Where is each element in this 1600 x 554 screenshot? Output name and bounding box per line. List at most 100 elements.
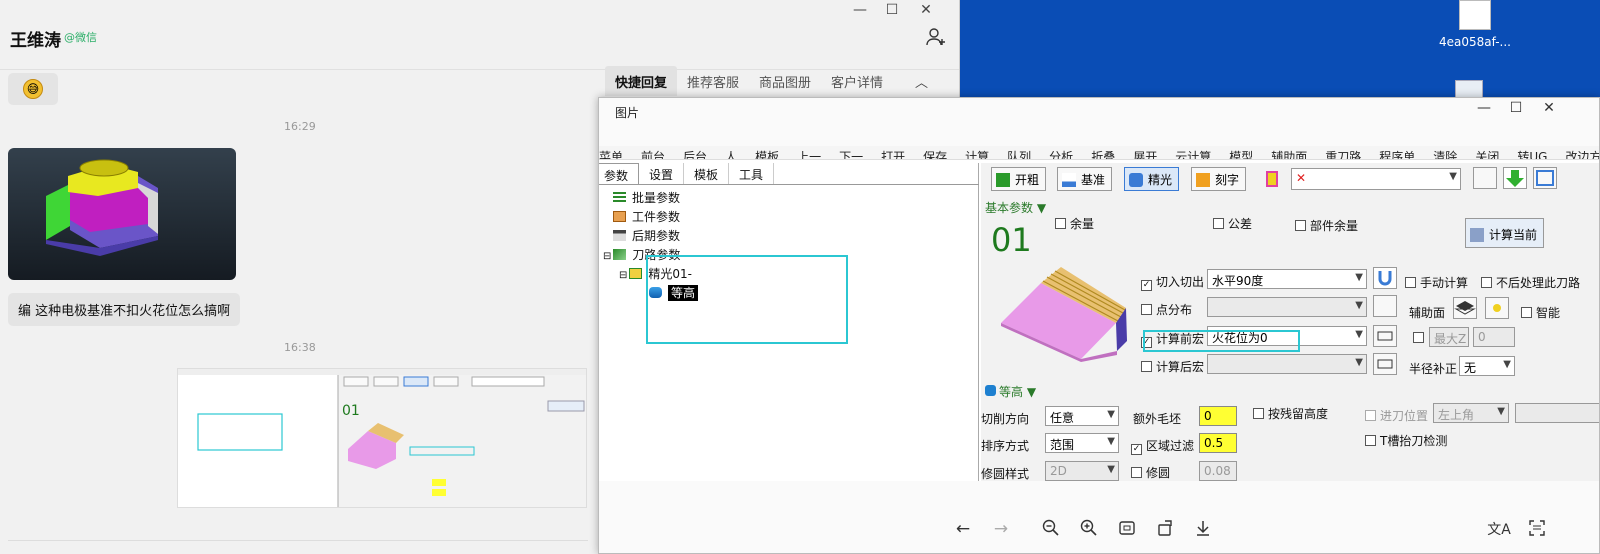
cut-in-out-checkbox[interactable]: ✓ 切入切出 <box>1141 273 1204 291</box>
rough-button[interactable]: 开粗 <box>991 167 1047 191</box>
zoom-in-icon[interactable] <box>1077 519 1101 542</box>
fillet-input[interactable]: 0.08 <box>1199 461 1237 481</box>
download-arrow-button[interactable] <box>1503 167 1527 189</box>
magnet-button[interactable] <box>1373 267 1397 289</box>
smart-checkbox[interactable]: 智能 <box>1521 304 1560 321</box>
fillet-checkbox[interactable]: 修圆 <box>1131 464 1170 481</box>
part-stock-checkbox[interactable]: 部件余量 <box>1295 217 1358 234</box>
viewer-close-button[interactable]: ✕ <box>1534 100 1564 116</box>
menu-item[interactable]: 队列 <box>1007 151 1031 159</box>
collapse-toggle-icon[interactable]: ⊟ <box>603 251 611 262</box>
image-message-screenshot-thumbnail[interactable]: 01 <box>177 368 587 508</box>
region-filter-checkbox[interactable]: ✓ 区域过滤 <box>1131 437 1194 455</box>
finish-button[interactable]: 精光 <box>1124 167 1180 191</box>
region-filter-input[interactable]: 0.5 <box>1199 433 1237 453</box>
tab-templates[interactable]: 模板 <box>684 163 730 184</box>
menu-item[interactable]: 辅助面 <box>1271 151 1307 159</box>
maximize-button[interactable]: ☐ <box>877 2 907 18</box>
menu-item[interactable]: 保存 <box>923 151 947 159</box>
layers-button[interactable] <box>1453 297 1477 319</box>
residual-height-checkbox[interactable]: 按残留高度 <box>1253 405 1328 422</box>
desktop-file-icon[interactable]: 4ea058af-... <box>1435 0 1515 49</box>
tree-item-post[interactable]: 后期参数 <box>613 227 680 244</box>
arrow-left-icon[interactable]: ← <box>951 519 975 539</box>
menu-item[interactable]: 后台 <box>683 151 707 159</box>
menu-item[interactable]: 模板 <box>755 151 779 159</box>
sort-select[interactable]: 范围 ▼ <box>1045 433 1119 453</box>
menu-item[interactable]: 展开 <box>1133 151 1157 159</box>
point-dist-checkbox[interactable]: 点分布 <box>1141 301 1192 318</box>
menu-item[interactable]: 程序单 <box>1379 151 1415 159</box>
cut-in-out-select[interactable]: 水平90度 ▼ <box>1207 269 1367 289</box>
view-button[interactable] <box>1533 167 1557 189</box>
tab-customer-details[interactable]: 客户详情 <box>821 66 893 96</box>
menu-item[interactable]: 打开 <box>881 151 905 159</box>
disabled-tool-button[interactable] <box>1473 167 1497 189</box>
entry-pos-select[interactable]: 左上角 ▼ <box>1433 403 1509 423</box>
macro-edit-button[interactable] <box>1373 325 1397 347</box>
tree-item-workpiece[interactable]: 工件参数 <box>613 208 680 225</box>
close-button[interactable]: ✕ <box>911 2 941 18</box>
menu-item[interactable]: 计算 <box>965 151 989 159</box>
engrave-button[interactable]: 刻字 <box>1191 167 1247 191</box>
entry-pos-extra[interactable] <box>1515 403 1599 423</box>
no-post-checkbox[interactable]: 不后处理此刀路 <box>1481 274 1580 291</box>
collapse-toggle-icon[interactable]: ⊟ <box>619 270 627 281</box>
max-z-checkbox[interactable] <box>1413 331 1428 345</box>
translate-icon[interactable]: 文A <box>1487 519 1511 539</box>
download-icon[interactable] <box>1191 519 1215 542</box>
points-button[interactable] <box>1373 295 1397 317</box>
menu-item[interactable]: 关闭 <box>1475 151 1499 159</box>
fillet-style-select[interactable]: 2D ▼ <box>1045 461 1119 481</box>
post-macro-edit-button[interactable] <box>1373 353 1397 375</box>
chat-input-area[interactable] <box>8 540 588 554</box>
basic-params-section[interactable]: 基本参数 ▼ <box>985 199 1046 216</box>
post-macro-select[interactable]: ▼ <box>1207 354 1367 374</box>
menu-item[interactable]: 转UG <box>1517 151 1547 159</box>
tolerance-checkbox[interactable]: 公差 <box>1213 215 1252 232</box>
menu-item[interactable]: 清除 <box>1433 151 1457 159</box>
tab-tools[interactable]: 工具 <box>729 163 775 184</box>
rotate-icon[interactable] <box>1153 519 1177 542</box>
post-macro-checkbox[interactable]: 计算后宏 <box>1141 358 1204 375</box>
tab-recommend-service[interactable]: 推荐客服 <box>677 66 749 96</box>
emoji-message[interactable]: 😅 <box>8 73 58 105</box>
minimize-button[interactable]: — <box>845 2 875 18</box>
zoom-out-icon[interactable] <box>1039 519 1063 542</box>
tree-item-batch[interactable]: 批量参数 <box>613 189 680 206</box>
entry-pos-checkbox[interactable]: 进刀位置 <box>1365 407 1428 424</box>
menu-item[interactable]: 重刀路 <box>1325 151 1361 159</box>
tab-settings[interactable]: 设置 <box>639 163 685 184</box>
menu-item[interactable]: 模型 <box>1229 151 1253 159</box>
calc-current-button[interactable]: 计算当前 <box>1465 218 1545 248</box>
menu-item[interactable]: 上一 <box>797 151 821 159</box>
add-user-icon[interactable] <box>925 26 947 53</box>
tab-product-album[interactable]: 商品图册 <box>749 66 821 96</box>
contour-section[interactable]: 等高 ▼ <box>985 383 1036 400</box>
menu-item[interactable]: 前台 <box>641 151 665 159</box>
t-slot-checkbox[interactable]: T槽抬刀检测 <box>1365 432 1447 449</box>
text-message[interactable]: 编 这种电极基准不扣火花位怎么搞啊 <box>8 293 241 326</box>
collapse-icon[interactable]: ︿ <box>915 72 928 91</box>
viewer-maximize-button[interactable]: ☐ <box>1501 100 1531 116</box>
menu-item[interactable]: 云计算 <box>1175 151 1211 159</box>
datum-button[interactable]: 基准 <box>1057 167 1113 191</box>
menu-item[interactable]: 分析 <box>1049 151 1073 159</box>
extra-stock-input[interactable]: 0 <box>1199 406 1237 426</box>
menu-item[interactable]: 改边方 <box>1565 151 1599 159</box>
text-extract-icon[interactable] <box>1525 519 1549 542</box>
tool-select[interactable]: ✕ ▼ <box>1291 168 1461 190</box>
menu-item[interactable]: 人 <box>725 151 737 159</box>
max-z-input[interactable]: 0 <box>1473 327 1515 347</box>
menu-item[interactable]: 菜单 <box>599 151 623 159</box>
image-message-electrode[interactable] <box>8 148 236 280</box>
menu-item[interactable]: 折叠 <box>1091 151 1115 159</box>
stock-checkbox[interactable]: 余量 <box>1055 215 1094 232</box>
tool-icon[interactable] <box>1262 169 1282 189</box>
fit-icon[interactable] <box>1115 519 1139 542</box>
cut-dir-select[interactable]: 任意 ▼ <box>1045 406 1119 426</box>
manual-calc-checkbox[interactable]: 手动计算 <box>1405 274 1468 291</box>
tab-quick-reply[interactable]: 快捷回复 <box>605 66 678 96</box>
menu-item[interactable]: 下一 <box>839 151 863 159</box>
max-z-button[interactable]: 最大Z <box>1429 327 1469 347</box>
